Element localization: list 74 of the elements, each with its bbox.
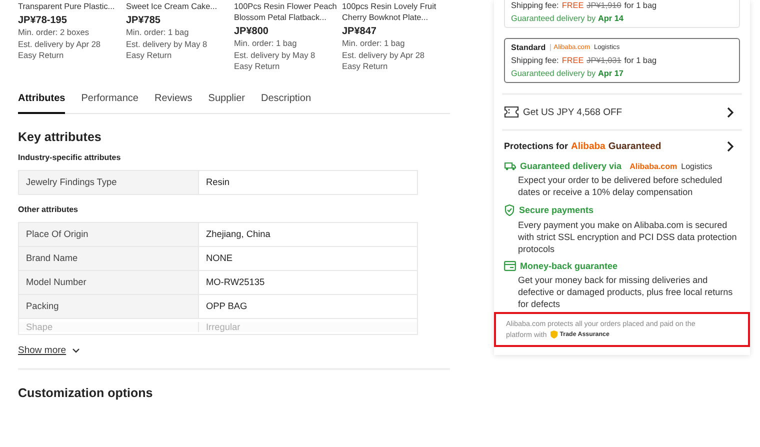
protection-description: Get your money back for missing deliveries and defective or damaged products, plus free local returns for defects <box>517 274 734 310</box>
protection-title: Secure payments <box>519 205 594 215</box>
delivery-estimate: Est. delivery by Apr 28 <box>18 38 102 50</box>
free-label: FREE <box>562 56 584 65</box>
shipping-option[interactable]: Shipping fee: FREE JP¥1,910 for 1 bag Guaranteed delivery by Apr 14 <box>504 0 740 28</box>
product-price: JP¥785 <box>126 15 162 26</box>
brand-logo: Alibaba.com <box>630 162 678 170</box>
delivery-estimate: Est. delivery by May 8 <box>126 38 208 50</box>
table-cell: Packing <box>19 294 199 318</box>
fee-unit: for 1 bag <box>624 56 657 65</box>
return-policy: Easy Return <box>234 61 281 72</box>
delivery-estimate: Est. delivery by May 8 <box>234 50 316 61</box>
delivery-guarantee: Guaranteed delivery by Apr 14 <box>511 14 624 23</box>
show-more-link[interactable]: Show more <box>18 344 66 356</box>
fee-label: Shipping fee: <box>511 56 559 65</box>
product-title[interactable]: 100Pcs Resin Flower Peach Blossom Petal Flatback... <box>234 1 342 23</box>
min-order: Min. order: 1 bag <box>342 38 406 50</box>
table-cell: Model Number <box>19 270 199 294</box>
old-price: JP¥1,910 <box>586 1 622 10</box>
table-cell: Brand Name <box>19 246 199 270</box>
min-order: Min. order: 2 boxes <box>18 27 90 38</box>
table-cell-text: Resin <box>205 176 230 189</box>
table-cell-text: MO-RW25135 <box>205 276 266 289</box>
truck-icon <box>504 161 516 171</box>
table-cell: Shape <box>19 322 199 332</box>
protection-title: Guaranteed delivery via <box>520 161 622 171</box>
min-order: Min. order: 1 bag <box>126 27 190 38</box>
shield-icon <box>550 330 558 339</box>
delivery-guarantee: Guaranteed delivery by Apr 17 <box>511 69 624 78</box>
section-heading: Key attributes <box>18 130 102 144</box>
section-heading: Customization options <box>18 386 154 400</box>
table-cell: Irregular <box>199 322 417 332</box>
table-cell-text: Zhejiang, China <box>205 228 272 241</box>
card-icon <box>504 261 516 271</box>
coupon-label[interactable]: Get US JPY 4,568 OFF <box>523 106 622 118</box>
product-title[interactable]: 100pcs Resin Lovely Fruit Cherry Bowknot Plate... <box>342 1 450 23</box>
table-cell: Place Of Origin <box>19 222 199 246</box>
return-policy: Easy Return <box>126 50 173 62</box>
return-policy: Easy Return <box>18 50 65 62</box>
chevron-right-icon[interactable] <box>727 106 734 118</box>
chevron-right-icon[interactable] <box>727 141 734 152</box>
table-cell-text: OPP BAG <box>205 300 248 313</box>
product-price: JP¥800 <box>234 26 270 37</box>
group-heading: Other attributes <box>18 204 80 214</box>
table-cell: Jewelry Findings Type <box>19 170 199 194</box>
protection-description: Every payment you make on Alibaba.com is secured with strict SSL encryption and PCI DSS data protection protocols <box>517 219 738 255</box>
return-policy: Easy Return <box>342 61 389 72</box>
table-cell-text: NONE <box>205 252 234 265</box>
tab[interactable]: Performance <box>81 86 138 114</box>
tab[interactable]: Attributes <box>18 86 66 114</box>
shipping-method: Standard <box>511 43 546 52</box>
chevron-down-icon[interactable] <box>72 348 80 352</box>
fee-label: Shipping fee: <box>511 1 559 10</box>
shield-check-icon <box>504 204 515 216</box>
product-title[interactable]: Transparent Pure Plastic... <box>18 1 126 12</box>
tab[interactable]: Supplier <box>208 86 245 114</box>
min-order: Min. order: 1 bag <box>234 38 298 50</box>
ticket-icon <box>504 106 519 118</box>
product-price: JP¥78-195 <box>18 15 68 26</box>
protection-title: Money-back guarantee <box>520 261 618 271</box>
delivery-estimate: Est. delivery by Apr 28 <box>342 50 426 61</box>
product-price: JP¥847 <box>342 26 378 37</box>
tab[interactable]: Description <box>260 86 312 114</box>
brand-logo: Alibaba <box>571 141 606 152</box>
old-price: JP¥1,031 <box>586 56 622 65</box>
product-title[interactable]: Sweet Ice Cream Cake... <box>126 1 234 12</box>
carrier-label: Logistics <box>681 162 712 170</box>
group-heading: Industry-specific attributes <box>18 152 122 162</box>
protection-description: Expect your order to be delivered before scheduled dates or receive a 10% delay compensation <box>517 174 724 198</box>
tab[interactable]: Reviews <box>154 86 192 114</box>
fee-unit: for 1 bag <box>624 1 657 10</box>
free-label: FREE <box>562 1 584 10</box>
section-heading: Protections for <box>504 141 568 151</box>
brand-logo: Guaranteed <box>608 141 662 152</box>
